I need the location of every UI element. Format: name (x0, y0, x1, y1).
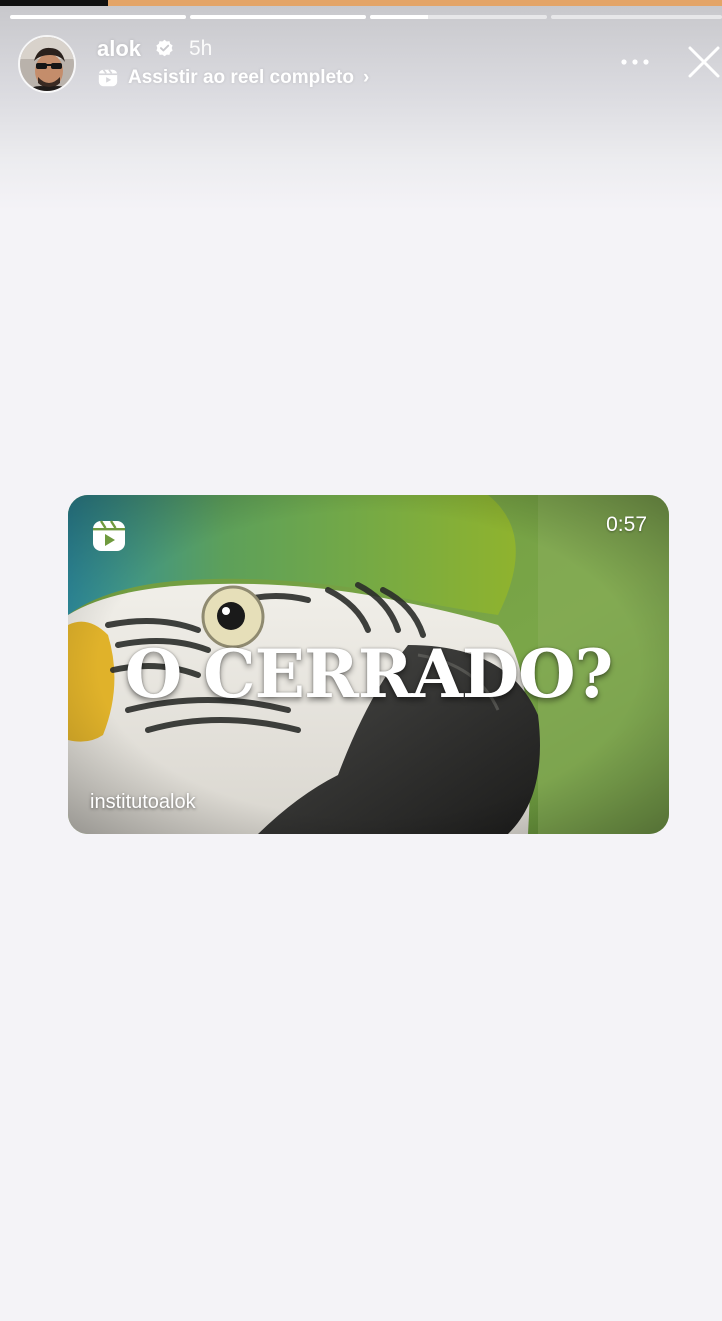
reel-author[interactable]: institutoalok (90, 791, 196, 814)
watch-full-reel-label: Assistir ao reel completo (128, 67, 354, 88)
reels-icon (98, 69, 118, 87)
chevron-right-icon: › (362, 67, 370, 88)
verified-badge-icon (156, 39, 173, 57)
reel-preview-card[interactable]: 0:57 O CERRADO? institutoalok (68, 495, 669, 834)
close-icon[interactable] (686, 44, 722, 80)
post-time: 5h (189, 37, 213, 60)
reels-icon (93, 520, 125, 551)
progress-segment (190, 15, 366, 19)
watch-full-reel-link[interactable]: Assistir ao reel completo › (97, 65, 369, 91)
reel-duration: 0:57 (606, 513, 647, 536)
progress-segment (370, 15, 547, 19)
story-progress-bar (10, 15, 722, 19)
progress-segment (10, 15, 186, 19)
username[interactable]: alok (97, 36, 141, 62)
reel-headline: O CERRADO? (124, 635, 614, 713)
story-viewer[interactable]: alok 5h Assistir ao reel completo › 0:57… (0, 0, 722, 1321)
progress-segment (551, 15, 722, 19)
avatar[interactable] (18, 35, 76, 93)
more-dots-icon[interactable] (618, 52, 652, 72)
